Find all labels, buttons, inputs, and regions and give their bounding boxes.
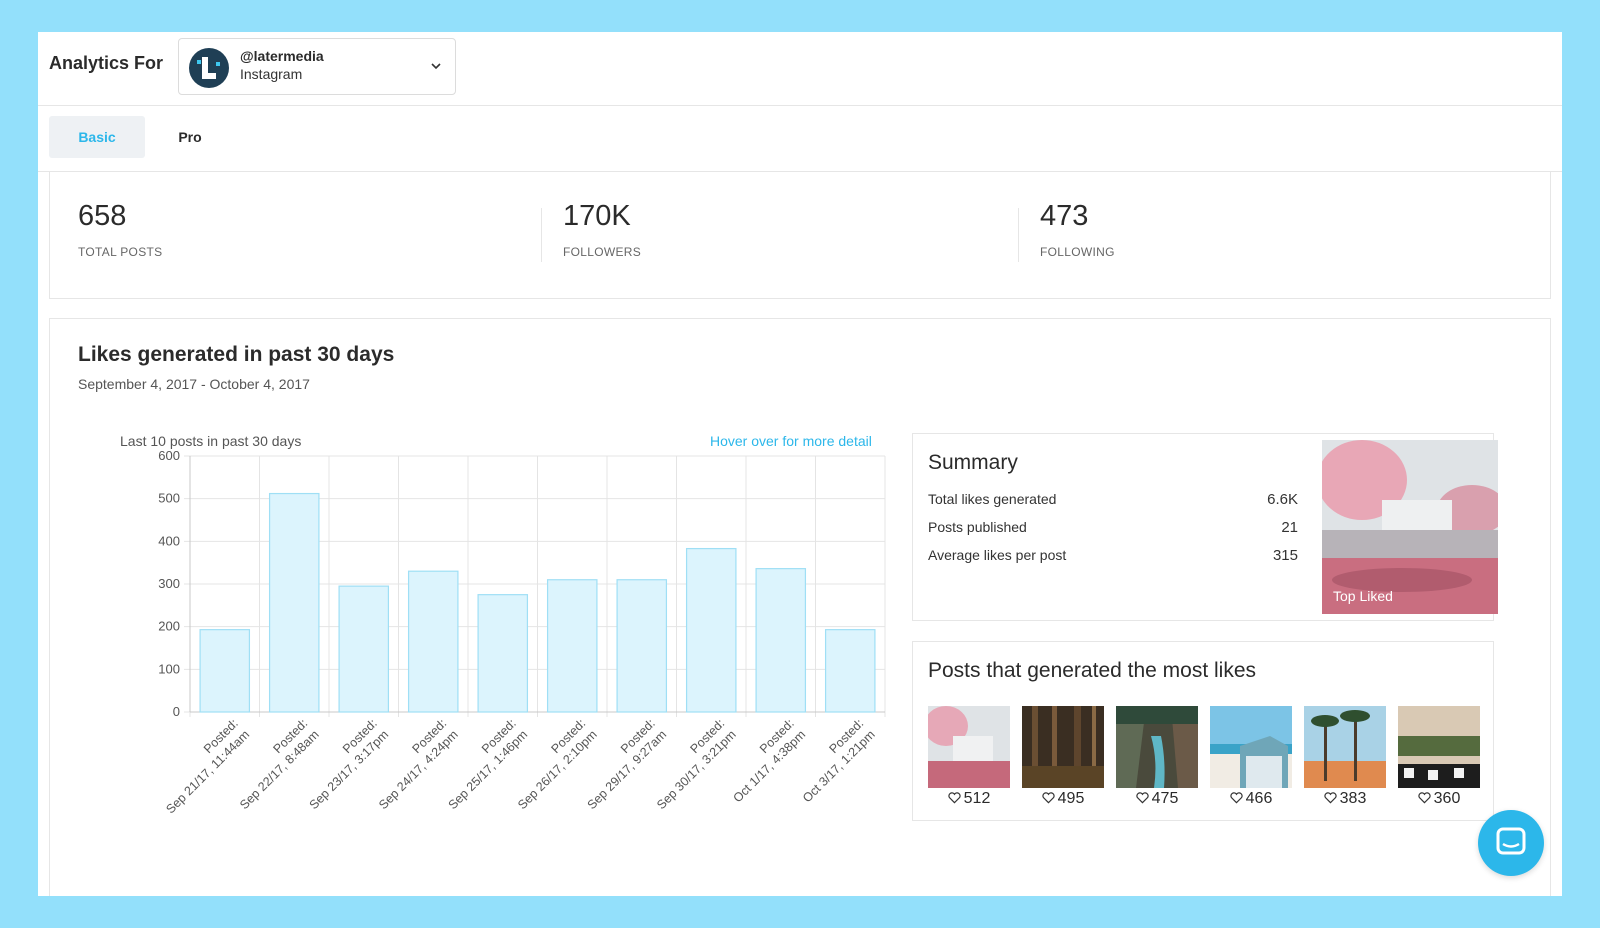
chart-bar: [477, 594, 529, 713]
chart-bar: [685, 547, 737, 713]
post-like-count: 360: [1433, 790, 1461, 807]
summary-row-value: 6.6K: [1267, 491, 1298, 508]
summary-row-average-likes: Average likes per post 315: [928, 547, 1298, 564]
header: Analytics For @latermedia Instagram: [38, 32, 1562, 106]
stat-label: FOLLOWING: [1040, 245, 1115, 259]
y-tick-label: 300: [158, 576, 180, 591]
post-like-count: 475: [1151, 790, 1179, 807]
post-like-count: 495: [1057, 790, 1085, 807]
hover-detail-hint[interactable]: Hover over for more detail: [710, 433, 872, 449]
chart-caption: Last 10 posts in past 30 days: [120, 433, 302, 449]
stats-panel: 658 TOTAL POSTS 170K FOLLOWERS 473 FOLLO…: [49, 172, 1551, 299]
analytics-frame: Analytics For @latermedia Instagram Basi…: [38, 32, 1562, 896]
y-tick-label: 200: [158, 619, 180, 634]
account-avatar: [189, 48, 229, 88]
y-tick-label: 600: [158, 449, 180, 463]
summary-row-value: 315: [1272, 547, 1298, 564]
heart-icon: [1041, 792, 1055, 804]
stat-label: TOTAL POSTS: [78, 245, 163, 259]
post-thumbnail: [1398, 706, 1480, 788]
stat-following: 473 FOLLOWING: [1040, 200, 1115, 259]
post-like-count: 512: [963, 790, 991, 807]
summary-row-label: Posts published: [928, 519, 1027, 535]
most-liked-panel: Posts that generated the most likes 512 …: [912, 641, 1494, 821]
post-thumbnail: [928, 706, 1010, 788]
heart-icon: [1323, 792, 1337, 804]
most-liked-post[interactable]: 512: [928, 706, 1010, 808]
tab-bar: Basic Pro: [38, 106, 1562, 172]
heart-icon: [1417, 792, 1431, 804]
x-tick-label: Posted:Oct 1/17, 4:38pm: [719, 716, 808, 805]
summary-row-value: 21: [1281, 519, 1298, 536]
chart-bar: [755, 568, 807, 713]
x-tick-label: Posted:Oct 3/17, 1:21pm: [789, 716, 878, 805]
heart-icon: [1229, 792, 1243, 804]
divider: [1018, 208, 1019, 262]
top-liked-post-image[interactable]: Top Liked: [1322, 440, 1498, 614]
likes-card-title: Likes generated in past 30 days: [78, 343, 395, 366]
account-platform: Instagram: [240, 66, 303, 82]
chart-bar: [616, 579, 668, 713]
post-thumbnail: [1304, 706, 1386, 788]
likes-card: Likes generated in past 30 days Septembe…: [49, 318, 1551, 896]
tab-pro[interactable]: Pro: [145, 116, 235, 158]
stat-value: 473: [1040, 200, 1089, 232]
y-tick-label: 500: [158, 491, 180, 506]
chat-icon: [1496, 827, 1526, 855]
most-liked-post[interactable]: 475: [1116, 706, 1198, 808]
summary-row-label: Total likes generated: [928, 491, 1057, 507]
post-thumbnail: [1210, 706, 1292, 788]
account-handle: @latermedia: [240, 48, 324, 64]
post-thumbnail: [1022, 706, 1104, 788]
heart-icon: [947, 792, 961, 804]
most-liked-post[interactable]: 360: [1398, 706, 1480, 808]
chart-bar: [546, 579, 598, 713]
y-tick-label: 400: [158, 533, 180, 548]
chat-button[interactable]: [1478, 810, 1544, 876]
analytics-for-label: Analytics For: [49, 53, 164, 73]
tab-basic[interactable]: Basic: [49, 116, 145, 158]
top-liked-label: Top Liked: [1333, 588, 1393, 604]
chart-bar: [824, 629, 876, 713]
post-thumbnail: [1116, 706, 1198, 788]
y-tick-label: 100: [158, 661, 180, 676]
most-liked-post[interactable]: 495: [1022, 706, 1104, 808]
divider: [541, 208, 542, 262]
chart-bar: [338, 585, 390, 713]
most-liked-post[interactable]: 383: [1304, 706, 1386, 808]
chart-bar: [268, 492, 320, 713]
y-tick-label: 0: [173, 704, 180, 719]
summary-row-posts-published: Posts published 21: [928, 519, 1298, 536]
most-liked-title: Posts that generated the most likes: [928, 659, 1257, 682]
stat-label: FOLLOWERS: [563, 245, 642, 259]
post-like-count: 383: [1339, 790, 1367, 807]
likes-date-range: September 4, 2017 - October 4, 2017: [78, 376, 310, 392]
summary-row-label: Average likes per post: [928, 547, 1067, 563]
summary-row-total-likes: Total likes generated 6.6K: [928, 491, 1298, 508]
likes-bar-chart: 0100200300400500600Posted:Sep 21/17, 11:…: [158, 449, 886, 816]
chevron-down-icon: [431, 63, 441, 70]
stat-value: 658: [78, 200, 127, 232]
summary-title: Summary: [928, 451, 1018, 474]
summary-panel: Summary Total likes generated 6.6K Posts…: [912, 433, 1498, 621]
stat-followers: 170K FOLLOWERS: [563, 200, 641, 259]
post-like-count: 466: [1245, 790, 1273, 807]
heart-icon: [1135, 792, 1149, 804]
chart-bar: [199, 629, 251, 713]
stat-total-posts: 658 TOTAL POSTS: [78, 200, 162, 259]
chart-bar: [407, 570, 459, 713]
stat-value: 170K: [563, 200, 631, 232]
account-selector[interactable]: @latermedia Instagram: [178, 38, 456, 95]
most-liked-post[interactable]: 466: [1210, 706, 1292, 808]
